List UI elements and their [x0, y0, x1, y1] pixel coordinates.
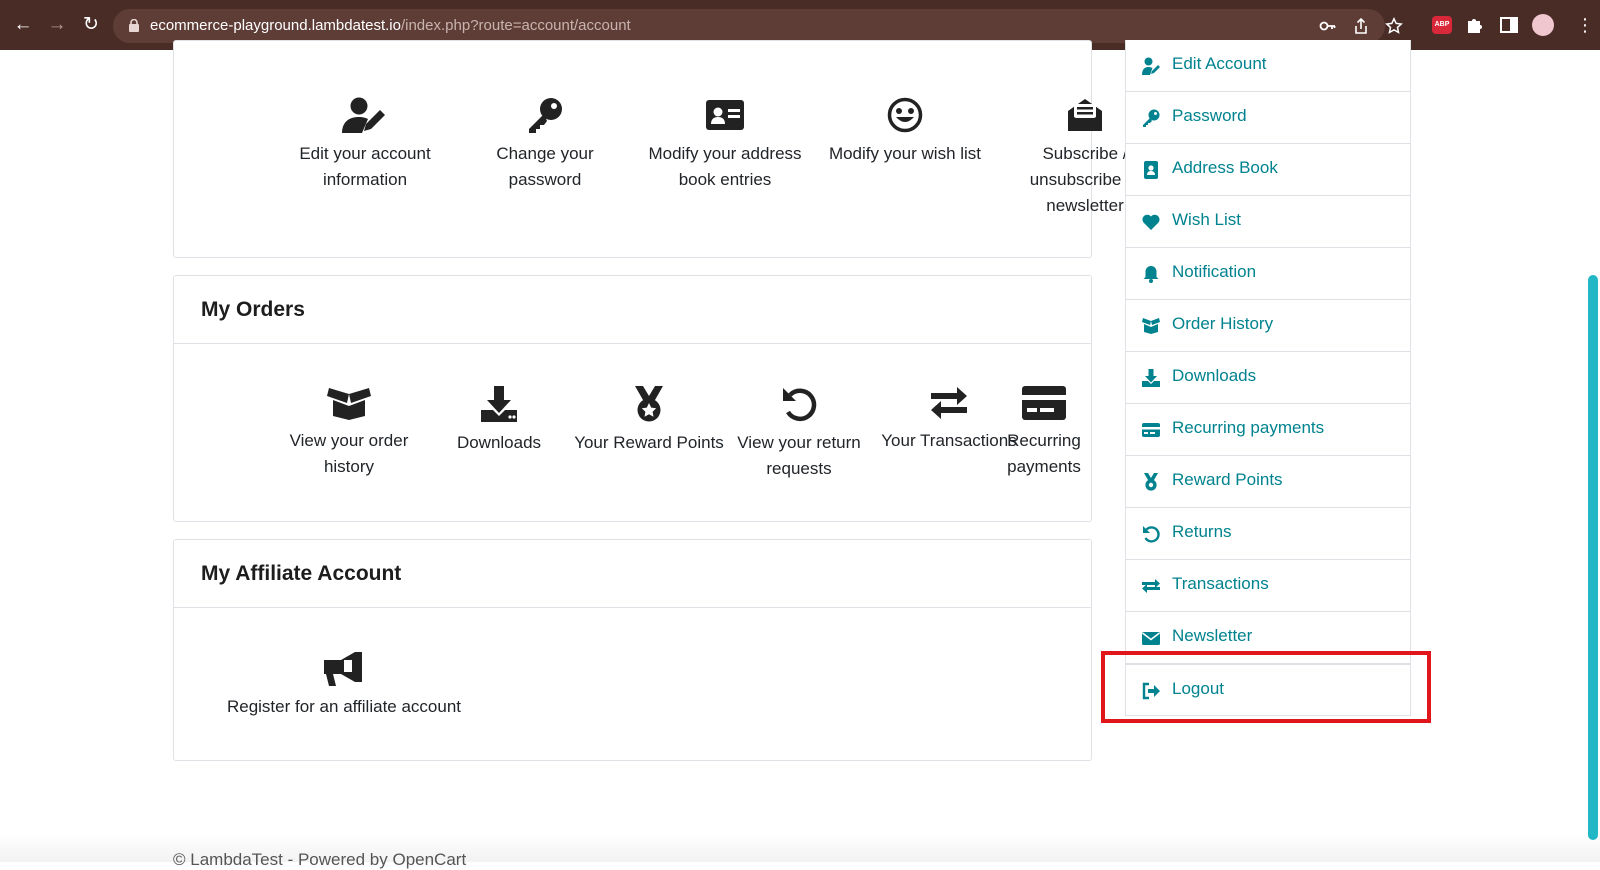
- tile-register-affiliate[interactable]: Register for an affiliate account: [214, 652, 474, 720]
- tile-label: Your Reward Points: [574, 433, 724, 452]
- sidebar-item-label: Password: [1172, 106, 1247, 125]
- my-account-card: Edit your account information Change you…: [173, 40, 1140, 258]
- user-edit-icon: [1142, 57, 1160, 75]
- credit-card-icon: [1142, 423, 1160, 437]
- sidebar-item-downloads[interactable]: Downloads: [1125, 352, 1411, 404]
- medal-icon: [1144, 473, 1158, 491]
- tile-label: Register for an affiliate account: [226, 697, 462, 716]
- exchange-icon: [931, 387, 967, 419]
- sidebar-item-label: Notification: [1172, 262, 1257, 281]
- tile-wish-list[interactable]: Modify your wish list: [820, 97, 990, 167]
- tile-downloads[interactable]: Downloads: [414, 386, 584, 456]
- sidebar-item-label: Transactions: [1172, 574, 1269, 593]
- sidebar-item-returns[interactable]: Returns: [1125, 508, 1411, 560]
- page-scrollbar[interactable]: [1588, 275, 1598, 840]
- sidebar-item-label: Reward Points: [1172, 470, 1283, 489]
- tile-address-book[interactable]: Modify your address book entries: [640, 97, 810, 193]
- footer-text: © LambdaTest - Powered by OpenCart: [173, 850, 467, 869]
- share-icon[interactable]: [1352, 17, 1370, 35]
- sidebar-item-transactions[interactable]: Transactions: [1125, 560, 1411, 612]
- card-header: My Orders: [174, 276, 1091, 344]
- tile-return-requests[interactable]: View your return requests: [714, 386, 884, 482]
- sidebar-item-notification[interactable]: Notification: [1125, 248, 1411, 300]
- url-path: /index.php?route=account/account: [400, 17, 631, 34]
- sidebar-item-label: Newsletter: [1172, 626, 1253, 645]
- tile-change-password[interactable]: Change your password: [460, 97, 630, 193]
- sidebar-item-label: Edit Account: [1172, 54, 1267, 73]
- sidebar-item-label: Address Book: [1172, 158, 1278, 177]
- envelope-open-icon: [1068, 99, 1102, 131]
- sidebar-item-label: Returns: [1172, 522, 1232, 541]
- sidebar-item-order-history[interactable]: Order History: [1125, 300, 1411, 352]
- sidebar-item-label: Recurring payments: [1172, 418, 1325, 437]
- heart-icon: [1142, 214, 1160, 230]
- my-orders-card: My Orders View your order history Downlo…: [173, 275, 1092, 522]
- tile-reward-points[interactable]: Your Reward Points: [564, 386, 734, 456]
- sidebar-item-wish-list[interactable]: Wish List: [1125, 196, 1411, 248]
- my-affiliate-card: My Affiliate Account Register for an aff…: [173, 539, 1092, 761]
- medal-icon: [635, 386, 663, 422]
- sidebar-item-reward-points[interactable]: Reward Points: [1125, 456, 1411, 508]
- download-icon: [481, 386, 517, 422]
- side-panel-icon[interactable]: [1499, 15, 1519, 35]
- address-bar[interactable]: ecommerce-playground.lambdatest.io/index…: [113, 9, 1403, 43]
- sidebar-item-label: Wish List: [1172, 210, 1241, 229]
- bell-icon: [1143, 266, 1159, 283]
- card-header: My Affiliate Account: [174, 540, 1091, 608]
- sidebar-item-label: Downloads: [1172, 366, 1257, 385]
- envelope-icon: [1142, 632, 1160, 645]
- section-title: My Affiliate Account: [201, 562, 402, 585]
- address-card-icon: [706, 100, 744, 130]
- browser-menu-icon[interactable]: ⋮: [1576, 14, 1594, 36]
- star-icon[interactable]: [1385, 17, 1403, 35]
- url-text: ecommerce-playground.lambdatest.io/index…: [150, 17, 631, 34]
- tile-recurring-payments[interactable]: Recurring payments: [969, 386, 1119, 480]
- key-icon[interactable]: [1319, 17, 1337, 35]
- sidebar-item-address-book[interactable]: Address Book: [1125, 144, 1411, 196]
- tile-label: View your return requests: [737, 433, 861, 478]
- sidebar-item-password[interactable]: Password: [1125, 92, 1411, 144]
- tile-label: View your order history: [289, 431, 409, 476]
- bullhorn-icon: [324, 652, 362, 686]
- reload-icon[interactable]: ↻: [80, 14, 102, 36]
- logout-highlight-box: [1101, 651, 1431, 723]
- tile-label: Edit your account information: [299, 144, 431, 189]
- tile-label: Modify your wish list: [828, 144, 982, 163]
- box-open-icon: [1142, 318, 1160, 334]
- smile-icon: [887, 97, 923, 133]
- address-book-icon: [1144, 161, 1158, 179]
- section-title: My Orders: [201, 298, 305, 321]
- tile-label: Recurring payments: [1007, 431, 1081, 476]
- credit-card-icon: [1022, 386, 1066, 420]
- download-icon: [1142, 369, 1160, 387]
- tile-label: Change your password: [496, 144, 594, 189]
- tile-label: Downloads: [456, 433, 542, 452]
- puzzle-icon[interactable]: [1465, 15, 1485, 35]
- key-icon: [1143, 109, 1160, 127]
- tile-label: Modify your address book entries: [648, 144, 802, 189]
- exchange-icon: [1142, 579, 1160, 593]
- user-edit-icon: [342, 97, 385, 133]
- key-icon: [529, 98, 562, 133]
- undo-icon: [783, 388, 817, 422]
- tile-edit-account[interactable]: Edit your account information: [280, 97, 450, 193]
- lock-icon: [129, 19, 139, 32]
- tile-order-history[interactable]: View your order history: [264, 386, 434, 480]
- url-host: ecommerce-playground.lambdatest.io: [150, 17, 401, 34]
- sidebar-item-label: Order History: [1172, 314, 1274, 333]
- undo-icon: [1143, 526, 1160, 543]
- tile-label: Subscribe / unsubscribe to newsletter: [1029, 144, 1141, 215]
- box-open-icon: [327, 388, 371, 420]
- forward-icon[interactable]: →: [46, 14, 68, 36]
- sidebar-item-edit-account[interactable]: Edit Account: [1125, 40, 1411, 92]
- profile-avatar[interactable]: [1532, 14, 1554, 36]
- back-icon[interactable]: ←: [12, 14, 34, 36]
- sidebar-item-recurring-payments[interactable]: Recurring payments: [1125, 404, 1411, 456]
- adblock-extension-icon[interactable]: ABP: [1432, 16, 1452, 34]
